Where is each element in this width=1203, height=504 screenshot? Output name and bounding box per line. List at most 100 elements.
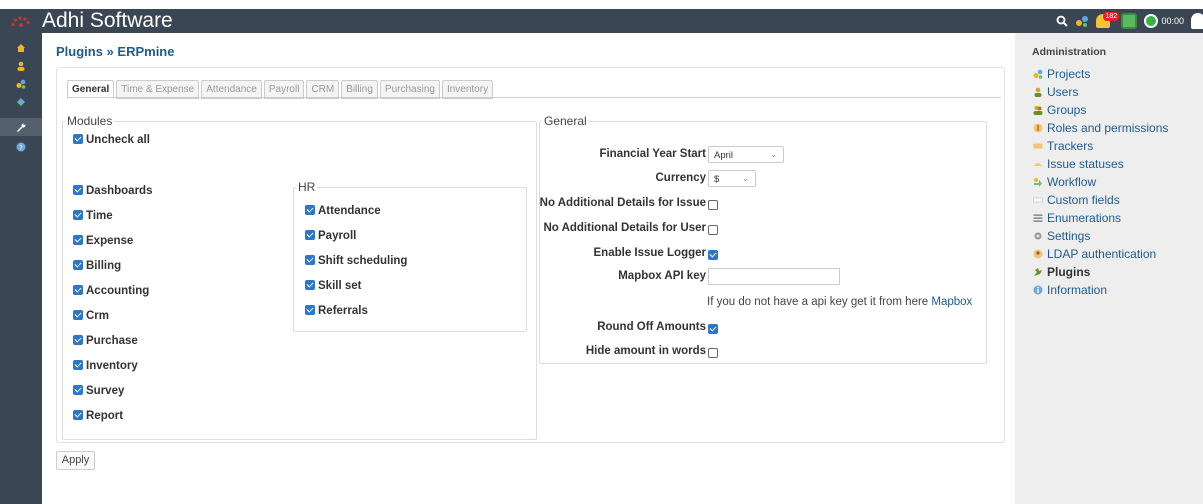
sidebar-item-projects[interactable]: Projects	[1033, 66, 1090, 82]
module-label: Billing	[86, 260, 122, 272]
header-toolbar: 182 00:00	[1056, 12, 1203, 30]
hr-label: Skill set	[318, 280, 362, 292]
modules-legend: Modules	[67, 114, 113, 128]
general-legend: General	[544, 114, 587, 128]
uncheck-all-checkbox[interactable]: Uncheck all	[73, 134, 150, 146]
svg-text:?: ?	[19, 144, 23, 152]
ldap-icon	[1033, 249, 1043, 259]
user-icon[interactable]	[0, 57, 42, 75]
module-survey-checkbox[interactable]: Survey	[73, 385, 124, 397]
sidebar-item-roles[interactable]: Roles and permissions	[1033, 120, 1168, 136]
hr-payroll-checkbox[interactable]: Payroll	[305, 230, 356, 242]
timer-play-icon[interactable]	[1144, 14, 1159, 28]
module-billing-checkbox[interactable]: Billing	[73, 260, 121, 272]
help-icon[interactable]: ?	[0, 138, 42, 156]
hr-shift-scheduling-checkbox[interactable]: Shift scheduling	[305, 255, 407, 267]
financial-year-select[interactable]: April ⌄	[708, 146, 784, 163]
module-expense-checkbox[interactable]: Expense	[73, 235, 133, 247]
home-icon[interactable]	[0, 39, 42, 57]
chevron-down-icon: ⌄	[770, 150, 777, 159]
mapbox-api-key-input[interactable]	[708, 268, 840, 285]
module-crm-checkbox[interactable]: Crm	[73, 310, 109, 322]
group-icon	[1033, 106, 1043, 115]
user-avatar-icon[interactable]	[1191, 13, 1203, 29]
chevron-down-icon: ⌄	[742, 174, 749, 183]
financial-year-row: Financial Year Start April ⌄	[540, 146, 988, 164]
hr-label: Payroll	[318, 230, 357, 242]
module-label: Purchase	[86, 335, 138, 347]
activity-icon[interactable]	[0, 93, 42, 111]
projects-icon	[1033, 69, 1043, 79]
search-icon[interactable]	[1056, 15, 1069, 27]
sidebar-item-label: Projects	[1047, 67, 1091, 81]
sidebar-item-label: Users	[1047, 85, 1079, 99]
sidebar-title: Administration	[1032, 46, 1107, 58]
mapbox-hint: If you do not have a api key get it from…	[707, 296, 972, 308]
no-details-issue-checkbox[interactable]	[708, 200, 718, 210]
notifications-bell-icon[interactable]: 182	[1096, 12, 1120, 29]
hide-amount-checkbox[interactable]	[708, 348, 718, 358]
info-icon	[1033, 285, 1043, 295]
module-accounting-checkbox[interactable]: Accounting	[73, 285, 149, 297]
issue-logger-checkbox[interactable]	[708, 250, 718, 260]
sidebar-item-enumerations[interactable]: Enumerations	[1033, 210, 1121, 226]
left-icon-sidebar: ?	[0, 33, 42, 504]
sidebar-item-settings[interactable]: Settings	[1033, 228, 1090, 244]
hr-skill-set-checkbox[interactable]: Skill set	[305, 280, 361, 292]
hr-label: Referrals	[318, 305, 368, 317]
module-purchase-checkbox[interactable]: Purchase	[73, 335, 138, 347]
apply-button[interactable]: Apply	[56, 451, 95, 470]
no-details-user-checkbox[interactable]	[708, 225, 718, 235]
no-details-issue-row: No Additional Details for Issue	[540, 195, 988, 213]
projects-nav-icon[interactable]	[0, 75, 42, 93]
admin-wrench-icon[interactable]	[0, 118, 42, 136]
module-label: Time	[86, 210, 113, 222]
ticket-icon	[1033, 143, 1043, 149]
sidebar-item-workflow[interactable]: Workflow	[1033, 174, 1096, 190]
sidebar-item-users[interactable]: Users	[1033, 84, 1078, 100]
sidebar-item-ldap[interactable]: LDAP authentication	[1033, 246, 1156, 262]
sidebar-item-groups[interactable]: Groups	[1033, 102, 1086, 118]
module-dashboards-checkbox[interactable]: Dashboards	[73, 185, 152, 197]
sidebar-item-information[interactable]: Information	[1033, 282, 1107, 298]
mapbox-hint-text: If you do not have a api key get it from…	[707, 296, 929, 308]
sidebar-item-label: Plugins	[1047, 265, 1091, 279]
hr-legend: HR	[298, 180, 316, 194]
round-off-label: Round Off Amounts	[597, 321, 706, 333]
timer-widget[interactable]: 00:00	[1144, 14, 1184, 28]
time-entry-icon[interactable]	[1121, 13, 1138, 29]
general-fieldset: General Financial Year Start April ⌄ Cur…	[539, 114, 987, 364]
sidebar-item-label: Roles and permissions	[1047, 121, 1169, 135]
mapbox-link[interactable]: Mapbox	[931, 296, 972, 308]
module-report-checkbox[interactable]: Report	[73, 410, 123, 422]
round-off-checkbox[interactable]	[708, 324, 718, 334]
user-icon	[1034, 87, 1042, 97]
sidebar-item-label: Trackers	[1047, 139, 1094, 153]
sidebar-item-label: Issue statuses	[1047, 157, 1124, 171]
issue-logger-row: Enable Issue Logger	[540, 245, 988, 263]
projects-icon[interactable]	[1075, 15, 1089, 27]
logo-icon	[11, 16, 31, 27]
hide-amount-label: Hide amount in words	[585, 345, 706, 357]
header-top-strip	[0, 0, 1203, 9]
mapbox-label: Mapbox API key	[618, 270, 706, 282]
sidebar-item-trackers[interactable]: Trackers	[1033, 138, 1093, 154]
currency-select[interactable]: $ ⌄	[708, 170, 756, 187]
sidebar-item-label: Custom fields	[1047, 193, 1120, 207]
module-time-checkbox[interactable]: Time	[73, 210, 113, 222]
app-title[interactable]: Adhi Software	[42, 9, 173, 33]
sidebar-item-label: Groups	[1047, 103, 1087, 117]
hr-label: Attendance	[318, 205, 381, 217]
sidebar-item-custom-fields[interactable]: Custom fields	[1033, 192, 1120, 208]
no-details-issue-label: No Additional Details for Issue	[539, 197, 706, 209]
timer-value: 00:00	[1161, 16, 1184, 26]
sidebar-item-issue-statuses[interactable]: Issue statuses	[1033, 156, 1124, 172]
sidebar-item-plugins[interactable]: Plugins	[1033, 264, 1090, 280]
hr-attendance-checkbox[interactable]: Attendance	[305, 205, 381, 217]
module-inventory-checkbox[interactable]: Inventory	[73, 360, 138, 372]
settings-panel: General Time & Expense Attendance Payrol…	[56, 67, 1005, 443]
financial-year-value: April	[714, 150, 734, 161]
sidebar-item-label: Workflow	[1047, 175, 1097, 189]
uncheck-all-label: Uncheck all	[86, 134, 150, 146]
hr-referrals-checkbox[interactable]: Referrals	[305, 305, 368, 317]
